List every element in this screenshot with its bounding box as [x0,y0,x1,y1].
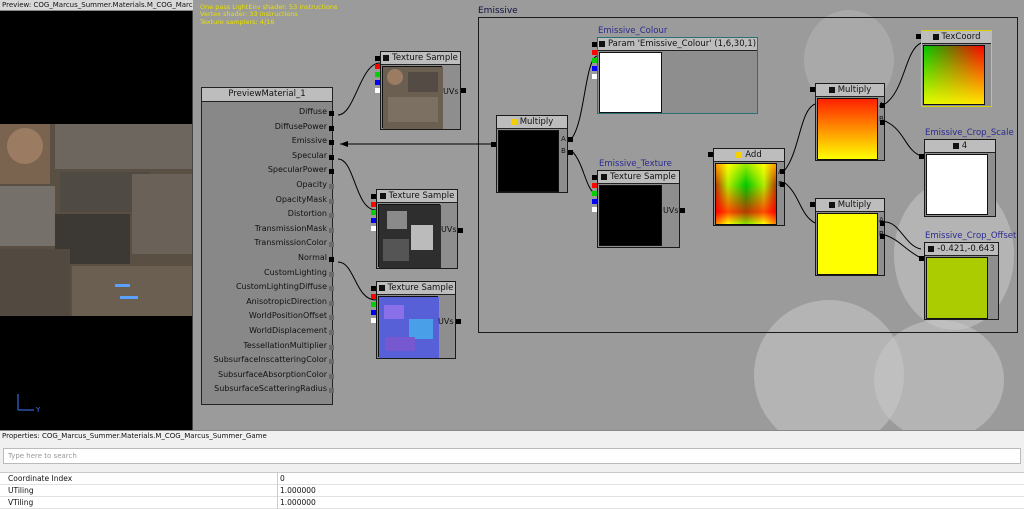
material-input-label: CustomLightingDiffuse [235,282,327,292]
table-row[interactable]: VTiling 1.000000 [0,497,1024,509]
emissive-colour-title: Emissive_Colour [598,26,668,36]
crop-scale-node[interactable]: 4 [924,139,996,217]
multiply3-preview [817,213,878,275]
material-input-label: Emissive [291,136,327,146]
material-input-pin[interactable] [329,315,334,321]
material-input-label: CustomLighting [264,267,327,277]
emissive-texture-title: Emissive_Texture [599,159,672,169]
material-input-label: SubsurfaceScatteringRadius [214,384,327,394]
material-node-title: PreviewMaterial_1 [202,88,332,102]
multiply-node-3[interactable]: Multiply A B [815,198,885,276]
add-node[interactable]: Add A B [713,148,785,226]
multiply2-preview [817,98,878,160]
texcoord-node[interactable]: TexCoord [921,30,992,107]
material-input-pin[interactable] [329,257,334,262]
crop-offset-title: Emissive_Crop_Offset [925,231,1017,241]
multiply-node-1[interactable]: Multiply A B [496,115,568,193]
material-inputs: Diffuse DiffusePower Emissive Specular Specu… [201,101,334,401]
material-input-label: TessellationMultiplier [243,340,327,350]
material-input-pin[interactable] [329,242,334,248]
material-input-label: Specular [292,150,327,160]
material-input-label: SpecularPower [267,165,327,175]
material-input-label: DiffusePower [274,121,327,131]
texture-sample-node-3[interactable]: Texture Sample UVs [376,281,456,359]
material-input-pin[interactable] [329,125,334,131]
material-input-label: TransmissionColor [254,238,327,248]
material-input-label: SubsurfaceAbsorptionColor [218,369,327,379]
emissive-colour-param-node[interactable]: Param 'Emissive_Colour' (1,6,30,1) [597,37,758,114]
material-input-label: Distortion [287,209,327,219]
texture-preview-diffuse [382,66,443,129]
material-input-label: WorldPositionOffset [248,311,327,321]
properties-search-input[interactable]: Type here to search [3,448,1021,464]
material-input-pin[interactable] [329,344,334,350]
texture-sample-node-1[interactable]: Texture Sample UVs [380,51,461,130]
material-input-pin[interactable] [329,184,334,189]
material-input-pin[interactable] [329,111,334,116]
colour-preview [599,52,662,113]
material-input-label: Normal [298,253,327,262]
material-input-pin[interactable] [329,213,334,219]
material-input-label: SubsurfaceInscatteringColor [213,355,327,365]
material-input-pin[interactable] [329,330,334,335]
material-input-pin[interactable] [329,373,334,379]
material-input-pin[interactable] [329,140,334,146]
material-input-pin[interactable] [329,169,334,175]
properties-table: Coordinate Index 0 UTiling 1.000000 VTilin… [0,472,1024,509]
crop-offset-preview [926,257,988,319]
texture-sample-node-2[interactable]: Texture Sample UVs [376,189,458,269]
table-row[interactable]: UTiling 1.000000 [0,485,1024,497]
material-input-label: Diffuse [298,107,327,116]
emissive-texture-node[interactable]: Texture Sample UVs [597,170,680,248]
material-input-pin[interactable] [329,154,334,160]
material-input-pin[interactable] [329,227,334,233]
material-input-pin[interactable] [329,198,334,204]
material-input-pin[interactable] [329,388,334,394]
multiply-preview [498,130,559,192]
multiply-node-2[interactable]: Multiply A B [815,83,885,161]
material-input-label: WorldDisplacement [249,326,327,335]
material-input-label: AnisotropicDirection [246,296,327,306]
texture-preview-normal [378,296,439,358]
crop-offset-node[interactable]: -0.421,-0.643 [924,242,999,320]
material-input-label: TransmissionMask [254,223,327,233]
texcoord-preview [923,45,985,105]
crop-scale-title: Emissive_Crop_Scale [925,128,1014,138]
crop-scale-preview [926,154,988,215]
texture-preview-specular [378,204,441,268]
emissive-texture-preview [599,185,662,246]
material-input-pin[interactable] [329,271,334,277]
table-row[interactable]: Coordinate Index 0 [0,473,1024,485]
material-input-label: Opacity [296,180,327,189]
material-input-pin[interactable] [329,300,334,306]
properties-title: Properties: COG_Marcus_Summer.Materials.… [2,432,267,440]
material-input-pin[interactable] [329,359,334,365]
add-preview [715,163,777,225]
material-input-pin[interactable] [329,286,334,292]
material-input-label: OpacityMask [275,194,327,204]
